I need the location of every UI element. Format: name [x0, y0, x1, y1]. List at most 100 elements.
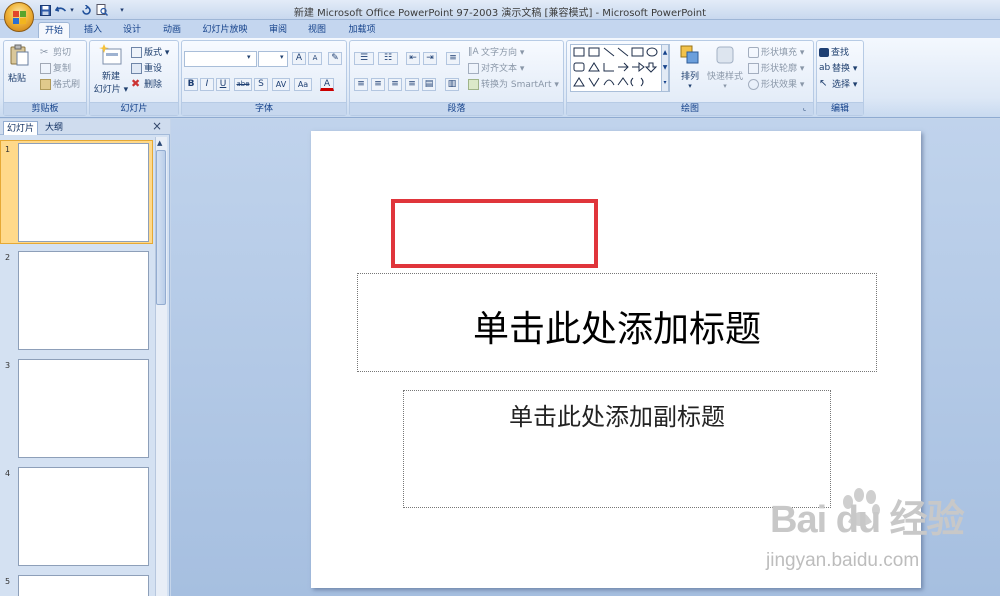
text-direction-icon: ‖A [468, 47, 479, 57]
align-center-icon[interactable]: ≡ [371, 78, 385, 91]
font-size-dropdown-icon[interactable]: ▾ [280, 53, 284, 61]
columns-icon[interactable]: ▥ [445, 78, 459, 91]
slide-thumbnail-5[interactable] [18, 575, 149, 596]
font-color-button[interactable]: A [320, 78, 334, 91]
tab-view[interactable]: 视图 [301, 22, 333, 38]
scroll-up-icon[interactable]: ▲ [157, 139, 162, 147]
drawing-dialog-launcher-icon[interactable]: ⌞ [803, 104, 806, 112]
change-case-button[interactable]: Aa [294, 78, 312, 91]
slide-thumbnail-3[interactable] [18, 359, 149, 458]
slide-thumbnail-1[interactable] [18, 143, 149, 242]
watermark-logo-text: Bai du 经验 [770, 499, 965, 541]
text-direction-label: 文字方向 [481, 48, 518, 58]
strikethrough-button[interactable]: abe [234, 78, 252, 91]
replace-label: 替换 [832, 64, 851, 74]
reset-icon [131, 63, 142, 74]
align-text-label: 对齐文本 [481, 64, 518, 74]
quick-styles-button[interactable]: 快速样式 ▾ [706, 44, 744, 94]
convert-smartart-button[interactable]: 转换为 SmartArt ▾ [468, 77, 559, 90]
slide-number: 4 [5, 469, 11, 478]
shape-effects-icon [748, 79, 759, 90]
cut-button[interactable]: ✂ 剪切 [40, 45, 71, 58]
character-spacing-button[interactable]: AV [272, 78, 290, 91]
italic-button[interactable]: I [200, 78, 214, 91]
distributed-icon[interactable]: ▤ [422, 78, 436, 91]
shapes-gallery-icons [573, 47, 658, 87]
align-right-icon[interactable]: ≡ [388, 78, 402, 91]
convert-smartart-label: 转换为 SmartArt [481, 80, 552, 90]
tab-slides-pane[interactable]: 幻灯片 [3, 121, 39, 135]
replace-button[interactable]: ab 替换 ▾ [819, 61, 857, 74]
new-slide-button[interactable]: 新建 幻灯片 ▾ [93, 44, 129, 96]
title-placeholder-text: 单击此处添加标题 [472, 309, 761, 350]
reset-label: 重设 [144, 64, 163, 74]
align-text-button[interactable]: 对齐文本 ▾ [468, 61, 524, 74]
shapes-gallery[interactable] [570, 44, 670, 92]
shape-outline-button[interactable]: 形状轮廓 ▾ [748, 61, 804, 74]
tab-home[interactable]: 开始 [38, 22, 70, 38]
clear-format-icon[interactable]: ✎ [328, 52, 342, 65]
layout-button[interactable]: 版式 ▾ [131, 45, 169, 58]
format-painter-button[interactable]: 格式刷 [40, 77, 80, 90]
bold-button[interactable]: B [184, 78, 198, 91]
new-slide-label: 新建 [101, 72, 120, 82]
slide-number: 5 [5, 577, 11, 586]
paste-button[interactable]: 粘贴 [8, 44, 32, 92]
tab-outline-pane[interactable]: 大纲 [42, 121, 66, 135]
office-button[interactable] [4, 2, 34, 32]
close-icon[interactable]: × [152, 120, 164, 132]
reset-button[interactable]: 重设 [131, 61, 162, 74]
delete-icon: ✖ [131, 77, 141, 90]
title-placeholder[interactable]: 单击此处添加标题 [357, 273, 877, 372]
arrange-icon [680, 45, 699, 64]
brush-icon [40, 79, 51, 90]
decrease-indent-icon[interactable]: ⇤ [406, 52, 420, 65]
copy-icon [40, 63, 51, 74]
increase-indent-icon[interactable]: ⇥ [423, 52, 437, 65]
quick-styles-dropdown-icon: ▾ [723, 82, 727, 90]
justify-icon[interactable]: ≡ [405, 78, 419, 91]
arrange-button[interactable]: 排列 ▾ [676, 44, 704, 94]
tab-insert[interactable]: 插入 [77, 22, 109, 38]
bullets-icon[interactable]: ☰ [354, 52, 374, 65]
shape-effects-button[interactable]: 形状效果 ▾ [748, 77, 804, 90]
font-name-dropdown-icon[interactable]: ▾ [247, 53, 251, 61]
slide-thumbnail-4[interactable] [18, 467, 149, 566]
tab-review[interactable]: 审阅 [262, 22, 294, 38]
tab-slideshow[interactable]: 幻灯片放映 [197, 22, 253, 38]
copy-label: 复制 [53, 64, 72, 74]
quick-styles-icon [716, 46, 734, 64]
tab-animations[interactable]: 动画 [156, 22, 188, 38]
replace-icon: ab [819, 63, 831, 73]
copy-button[interactable]: 复制 [40, 61, 71, 74]
scrollbar-thumb[interactable] [156, 150, 166, 305]
tab-design[interactable]: 设计 [116, 22, 148, 38]
delete-slide-button[interactable]: ✖ 删除 [131, 77, 162, 90]
cursor-icon: ↖ [819, 78, 828, 89]
underline-button[interactable]: U [216, 78, 230, 91]
shape-outline-label: 形状轮廓 [761, 64, 798, 74]
line-spacing-icon[interactable]: ≡ [446, 52, 460, 65]
select-button[interactable]: ↖ 选择 ▾ [819, 77, 857, 91]
new-slide-icon [99, 44, 122, 65]
tab-addins[interactable]: 加载项 [342, 22, 382, 38]
baidu-watermark: Bai du 经验 jingyan.baidu.com [766, 488, 996, 578]
align-left-icon[interactable]: ≡ [354, 78, 368, 91]
shrink-font-button[interactable]: A [308, 52, 322, 65]
text-direction-button[interactable]: ‖A 文字方向 ▾ [468, 45, 524, 58]
grow-font-button[interactable]: A [292, 52, 306, 65]
shape-fill-button[interactable]: 形状填充 ▾ [748, 45, 804, 58]
cut-label: 剪切 [53, 48, 72, 58]
text-shadow-button[interactable]: S [254, 78, 268, 91]
paint-bucket-icon [748, 47, 759, 58]
numbering-icon[interactable]: ☷ [378, 52, 398, 65]
pencil-icon [748, 63, 759, 74]
arrange-dropdown-icon: ▾ [688, 82, 692, 90]
find-button[interactable]: 查找 [819, 45, 849, 58]
shape-fill-label: 形状填充 [761, 48, 798, 58]
scissors-icon: ✂ [40, 47, 49, 58]
shapes-gallery-scroll[interactable]: ▲ ▼ ▾ [661, 44, 669, 92]
binoculars-icon [819, 48, 829, 57]
select-label: 选择 [832, 80, 851, 90]
slide-thumbnail-2[interactable] [18, 251, 149, 350]
